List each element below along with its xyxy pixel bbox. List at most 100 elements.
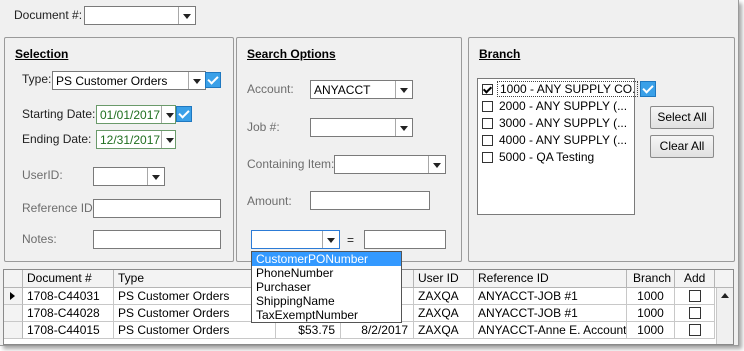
chevron-down-icon[interactable] bbox=[395, 81, 412, 98]
dropdown-option-customer-po-number[interactable]: CustomerPONumber bbox=[252, 252, 401, 266]
column-header-branch[interactable]: Branch bbox=[627, 270, 675, 288]
chevron-down-icon[interactable] bbox=[428, 156, 445, 173]
branch-title: Branch bbox=[479, 47, 521, 61]
chevron-down-icon[interactable] bbox=[161, 106, 175, 123]
column-header-document[interactable]: Document # bbox=[23, 270, 114, 288]
scroll-up-arrow-icon[interactable] bbox=[717, 288, 733, 304]
cell-reference-id[interactable]: ANYACCT-JOB #1 bbox=[474, 305, 627, 322]
row-header[interactable] bbox=[4, 305, 23, 322]
cell-branch[interactable]: 1000 bbox=[627, 322, 675, 339]
reference-id-label: Reference ID: bbox=[22, 201, 97, 215]
chevron-down-icon[interactable] bbox=[322, 231, 339, 248]
search-field-combo[interactable] bbox=[251, 230, 340, 249]
starting-date-picker[interactable]: 01/01/2017 bbox=[96, 105, 176, 124]
branch-enabled-checkbox-icon[interactable] bbox=[640, 81, 656, 97]
amount-label: Amount: bbox=[247, 194, 292, 208]
add-checkbox[interactable] bbox=[689, 290, 701, 302]
document-number-combo[interactable] bbox=[84, 6, 196, 25]
cell-type[interactable]: PS Customer Orders bbox=[114, 322, 276, 339]
chevron-down-icon[interactable] bbox=[178, 7, 195, 24]
column-header-reference-id[interactable]: Reference ID bbox=[474, 270, 627, 288]
job-combo[interactable] bbox=[310, 118, 413, 137]
account-label: Account: bbox=[247, 82, 294, 96]
branch-label: 1000 - ANY SUPPLY CO. bbox=[497, 81, 639, 97]
cell-reference-id[interactable]: ANYACCT-Anne E. Account bbox=[474, 322, 627, 339]
clear-all-button[interactable]: Clear All bbox=[650, 135, 714, 158]
grid-scroll-header bbox=[715, 270, 733, 288]
cell-user-id[interactable]: ZAXQA bbox=[414, 305, 474, 322]
ending-date-picker[interactable]: 12/31/2017 bbox=[96, 130, 176, 149]
search-options-group: Search Options Account: ANYACCT Job #: C… bbox=[236, 37, 462, 262]
branch-checkbox[interactable] bbox=[482, 135, 493, 146]
account-value: ANYACCT bbox=[314, 83, 371, 97]
notes-input[interactable] bbox=[93, 230, 221, 249]
cell-amount[interactable]: $53.75 bbox=[276, 322, 341, 339]
notes-label: Notes: bbox=[22, 232, 57, 246]
row-pointer-icon[interactable] bbox=[4, 288, 23, 305]
dropdown-option-shipping-name[interactable]: ShippingName bbox=[252, 294, 401, 308]
job-label: Job #: bbox=[247, 120, 280, 134]
row-header[interactable] bbox=[4, 322, 23, 339]
branch-list: 1000 - ANY SUPPLY CO. 2000 - ANY SUPPLY … bbox=[477, 78, 639, 215]
selection-group: Selection Type: PS Customer Orders Start… bbox=[4, 37, 234, 262]
cell-date[interactable]: 8/2/2017 bbox=[341, 322, 414, 339]
cell-user-id[interactable]: ZAXQA bbox=[414, 288, 474, 305]
document-number-label: Document #: bbox=[14, 8, 83, 22]
search-field-dropdown-list: CustomerPONumber PhoneNumber Purchaser S… bbox=[251, 251, 402, 323]
search-window: Document #: Selection Type: PS Customer … bbox=[0, 0, 739, 346]
branch-checkbox[interactable] bbox=[482, 84, 493, 95]
ending-date-label: Ending Date: bbox=[22, 132, 92, 146]
reference-id-input[interactable] bbox=[93, 199, 221, 218]
starting-date-value: 01/01/2017 bbox=[100, 108, 161, 122]
equals-sign: = bbox=[347, 233, 355, 247]
select-all-button[interactable]: Select All bbox=[650, 106, 714, 129]
cell-add bbox=[675, 305, 715, 322]
cell-document[interactable]: 1708-C44015 bbox=[23, 322, 114, 339]
cell-add bbox=[675, 322, 715, 339]
starting-date-label: Starting Date: bbox=[22, 107, 96, 121]
grid-vertical-scrollbar[interactable] bbox=[716, 288, 733, 344]
cell-user-id[interactable]: ZAXQA bbox=[414, 322, 474, 339]
cell-branch[interactable]: 1000 bbox=[627, 288, 675, 305]
chevron-down-icon[interactable] bbox=[188, 72, 205, 89]
cell-document[interactable]: 1708-C44031 bbox=[23, 288, 114, 305]
branch-label: 5000 - QA Testing bbox=[499, 150, 595, 164]
grid-corner-header bbox=[4, 270, 23, 288]
type-combo[interactable]: PS Customer Orders bbox=[52, 71, 206, 90]
dropdown-option-tax-exempt-number[interactable]: TaxExemptNumber bbox=[252, 308, 401, 322]
add-checkbox[interactable] bbox=[689, 324, 701, 336]
chevron-down-icon[interactable] bbox=[147, 168, 164, 185]
dropdown-option-purchaser[interactable]: Purchaser bbox=[252, 280, 401, 294]
search-options-title: Search Options bbox=[247, 47, 336, 61]
userid-label: UserID: bbox=[22, 168, 63, 182]
selection-title: Selection bbox=[15, 47, 69, 61]
branch-group: Branch 1000 - ANY SUPPLY CO. 2000 - ANY … bbox=[468, 37, 735, 262]
cell-document[interactable]: 1708-C44028 bbox=[23, 305, 114, 322]
column-header-add[interactable]: Add bbox=[675, 270, 715, 288]
branch-label: 4000 - ANY SUPPLY (... bbox=[499, 133, 628, 147]
branch-checkbox[interactable] bbox=[482, 101, 493, 112]
cell-reference-id[interactable]: ANYACCT-JOB #1 bbox=[474, 288, 627, 305]
branch-label: 2000 - ANY SUPPLY (... bbox=[499, 99, 628, 113]
column-header-user-id[interactable]: User ID bbox=[414, 270, 474, 288]
account-combo[interactable]: ANYACCT bbox=[310, 80, 413, 99]
search-field-value-input[interactable] bbox=[364, 230, 446, 249]
dropdown-option-phone-number[interactable]: PhoneNumber bbox=[252, 266, 401, 280]
cell-branch[interactable]: 1000 bbox=[627, 305, 675, 322]
chevron-down-icon[interactable] bbox=[395, 119, 412, 136]
ending-date-value: 12/31/2017 bbox=[100, 133, 161, 147]
containing-item-combo[interactable] bbox=[334, 155, 446, 174]
type-label: Type: bbox=[22, 72, 52, 86]
type-enabled-checkbox-icon[interactable] bbox=[205, 72, 221, 88]
add-checkbox[interactable] bbox=[689, 307, 701, 319]
containing-item-label: Containing Item: bbox=[247, 157, 335, 171]
type-value: PS Customer Orders bbox=[56, 74, 168, 88]
chevron-down-icon[interactable] bbox=[161, 131, 175, 148]
branch-checkbox[interactable] bbox=[482, 152, 493, 163]
starting-date-checkbox-icon[interactable] bbox=[176, 106, 192, 122]
amount-input[interactable] bbox=[310, 191, 430, 210]
branch-checkbox[interactable] bbox=[482, 118, 493, 129]
branch-label: 3000 - ANY SUPPLY (... bbox=[499, 116, 628, 130]
cell-add bbox=[675, 288, 715, 305]
userid-combo[interactable] bbox=[93, 167, 165, 186]
